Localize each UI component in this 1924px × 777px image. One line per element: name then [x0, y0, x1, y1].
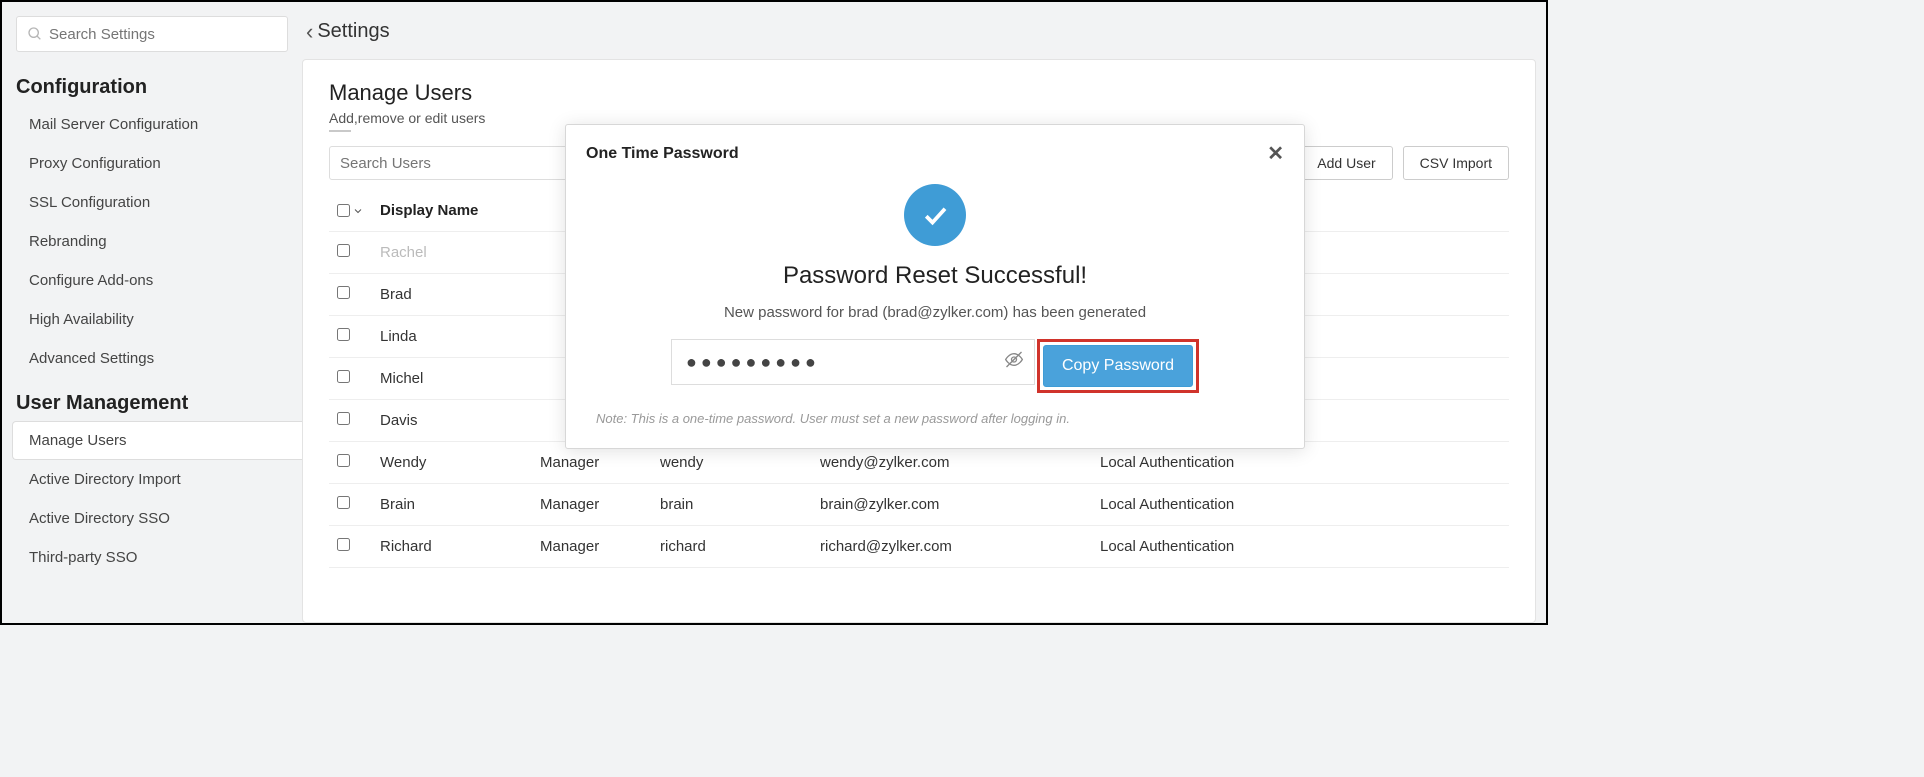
cell-role: Manager	[532, 526, 652, 568]
page-title: Manage Users	[329, 80, 1509, 106]
sidebar-item-third-party-sso[interactable]: Third-party SSO	[2, 538, 302, 577]
add-user-button[interactable]: Add User	[1300, 146, 1392, 180]
cell-email: brain@zylker.com	[812, 484, 1092, 526]
sidebar-item-proxy[interactable]: Proxy Configuration	[2, 144, 302, 183]
sidebar-item-ssl[interactable]: SSL Configuration	[2, 183, 302, 222]
modal-heading: Password Reset Successful!	[596, 262, 1274, 290]
cell-display: Davis	[372, 400, 532, 442]
cell-display: Brain	[372, 484, 532, 526]
breadcrumb[interactable]: ‹ Settings	[302, 2, 1536, 59]
eye-off-icon[interactable]	[1004, 350, 1024, 375]
cell-display: Wendy	[372, 442, 532, 484]
chevron-down-icon[interactable]	[352, 205, 364, 217]
cell-display: Michel	[372, 358, 532, 400]
row-checkbox[interactable]	[337, 370, 350, 383]
row-checkbox[interactable]	[337, 412, 350, 425]
row-checkbox[interactable]	[337, 538, 350, 551]
col-display-name[interactable]: Display Name	[372, 190, 532, 232]
sidebar-item-ad-import[interactable]: Active Directory Import	[2, 460, 302, 499]
sidebar-item-manage-users[interactable]: Manage Users	[12, 421, 302, 460]
chevron-left-icon: ‹	[306, 21, 313, 43]
cell-display: Rachel	[372, 232, 532, 274]
modal-title: One Time Password	[586, 145, 739, 163]
cell-username: brain	[652, 484, 812, 526]
copy-password-highlight: Copy Password	[1037, 339, 1199, 393]
success-check-icon	[904, 184, 966, 246]
cell-username: richard	[652, 526, 812, 568]
sidebar-section-user-management: User Management	[2, 378, 302, 421]
cell-display: Richard	[372, 526, 532, 568]
row-checkbox[interactable]	[337, 286, 350, 299]
cell-email: richard@zylker.com	[812, 526, 1092, 568]
password-field: ●●●●●●●●●	[671, 339, 1035, 385]
table-row[interactable]: RichardManagerrichardrichard@zylker.comL…	[329, 526, 1509, 568]
cell-display: Linda	[372, 316, 532, 358]
csv-import-button[interactable]: CSV Import	[1403, 146, 1509, 180]
cell-auth: Local Authentication	[1092, 484, 1509, 526]
settings-search-input[interactable]	[49, 26, 277, 43]
row-checkbox[interactable]	[337, 496, 350, 509]
sidebar-section-configuration: Configuration	[2, 62, 302, 105]
cell-display: Brad	[372, 274, 532, 316]
sidebar-item-mail-server[interactable]: Mail Server Configuration	[2, 105, 302, 144]
row-checkbox[interactable]	[337, 244, 350, 257]
cell-role: Manager	[532, 484, 652, 526]
sidebar-item-ad-sso[interactable]: Active Directory SSO	[2, 499, 302, 538]
cell-auth: Local Authentication	[1092, 526, 1509, 568]
sidebar: Configuration Mail Server Configuration …	[2, 2, 302, 623]
close-icon[interactable]: ✕	[1267, 141, 1284, 166]
row-checkbox[interactable]	[337, 454, 350, 467]
password-masked: ●●●●●●●●●	[686, 352, 820, 373]
sidebar-item-ha[interactable]: High Availability	[2, 300, 302, 339]
row-checkbox[interactable]	[337, 328, 350, 341]
select-all-checkbox[interactable]	[337, 204, 350, 217]
sidebar-item-rebranding[interactable]: Rebranding	[2, 222, 302, 261]
sidebar-item-addons[interactable]: Configure Add-ons	[2, 261, 302, 300]
sidebar-item-advanced[interactable]: Advanced Settings	[2, 339, 302, 378]
otp-modal: One Time Password ✕ Password Reset Succe…	[565, 124, 1305, 449]
copy-password-button[interactable]: Copy Password	[1043, 345, 1193, 387]
table-row[interactable]: BrainManagerbrainbrain@zylker.comLocal A…	[329, 484, 1509, 526]
breadcrumb-label: Settings	[317, 20, 389, 43]
modal-note: Note: This is a one-time password. User …	[596, 411, 1274, 426]
subtitle-underline	[329, 130, 351, 132]
modal-message: New password for brad (brad@zylker.com) …	[596, 304, 1274, 321]
search-icon	[27, 26, 43, 42]
settings-search-box[interactable]	[16, 16, 288, 52]
